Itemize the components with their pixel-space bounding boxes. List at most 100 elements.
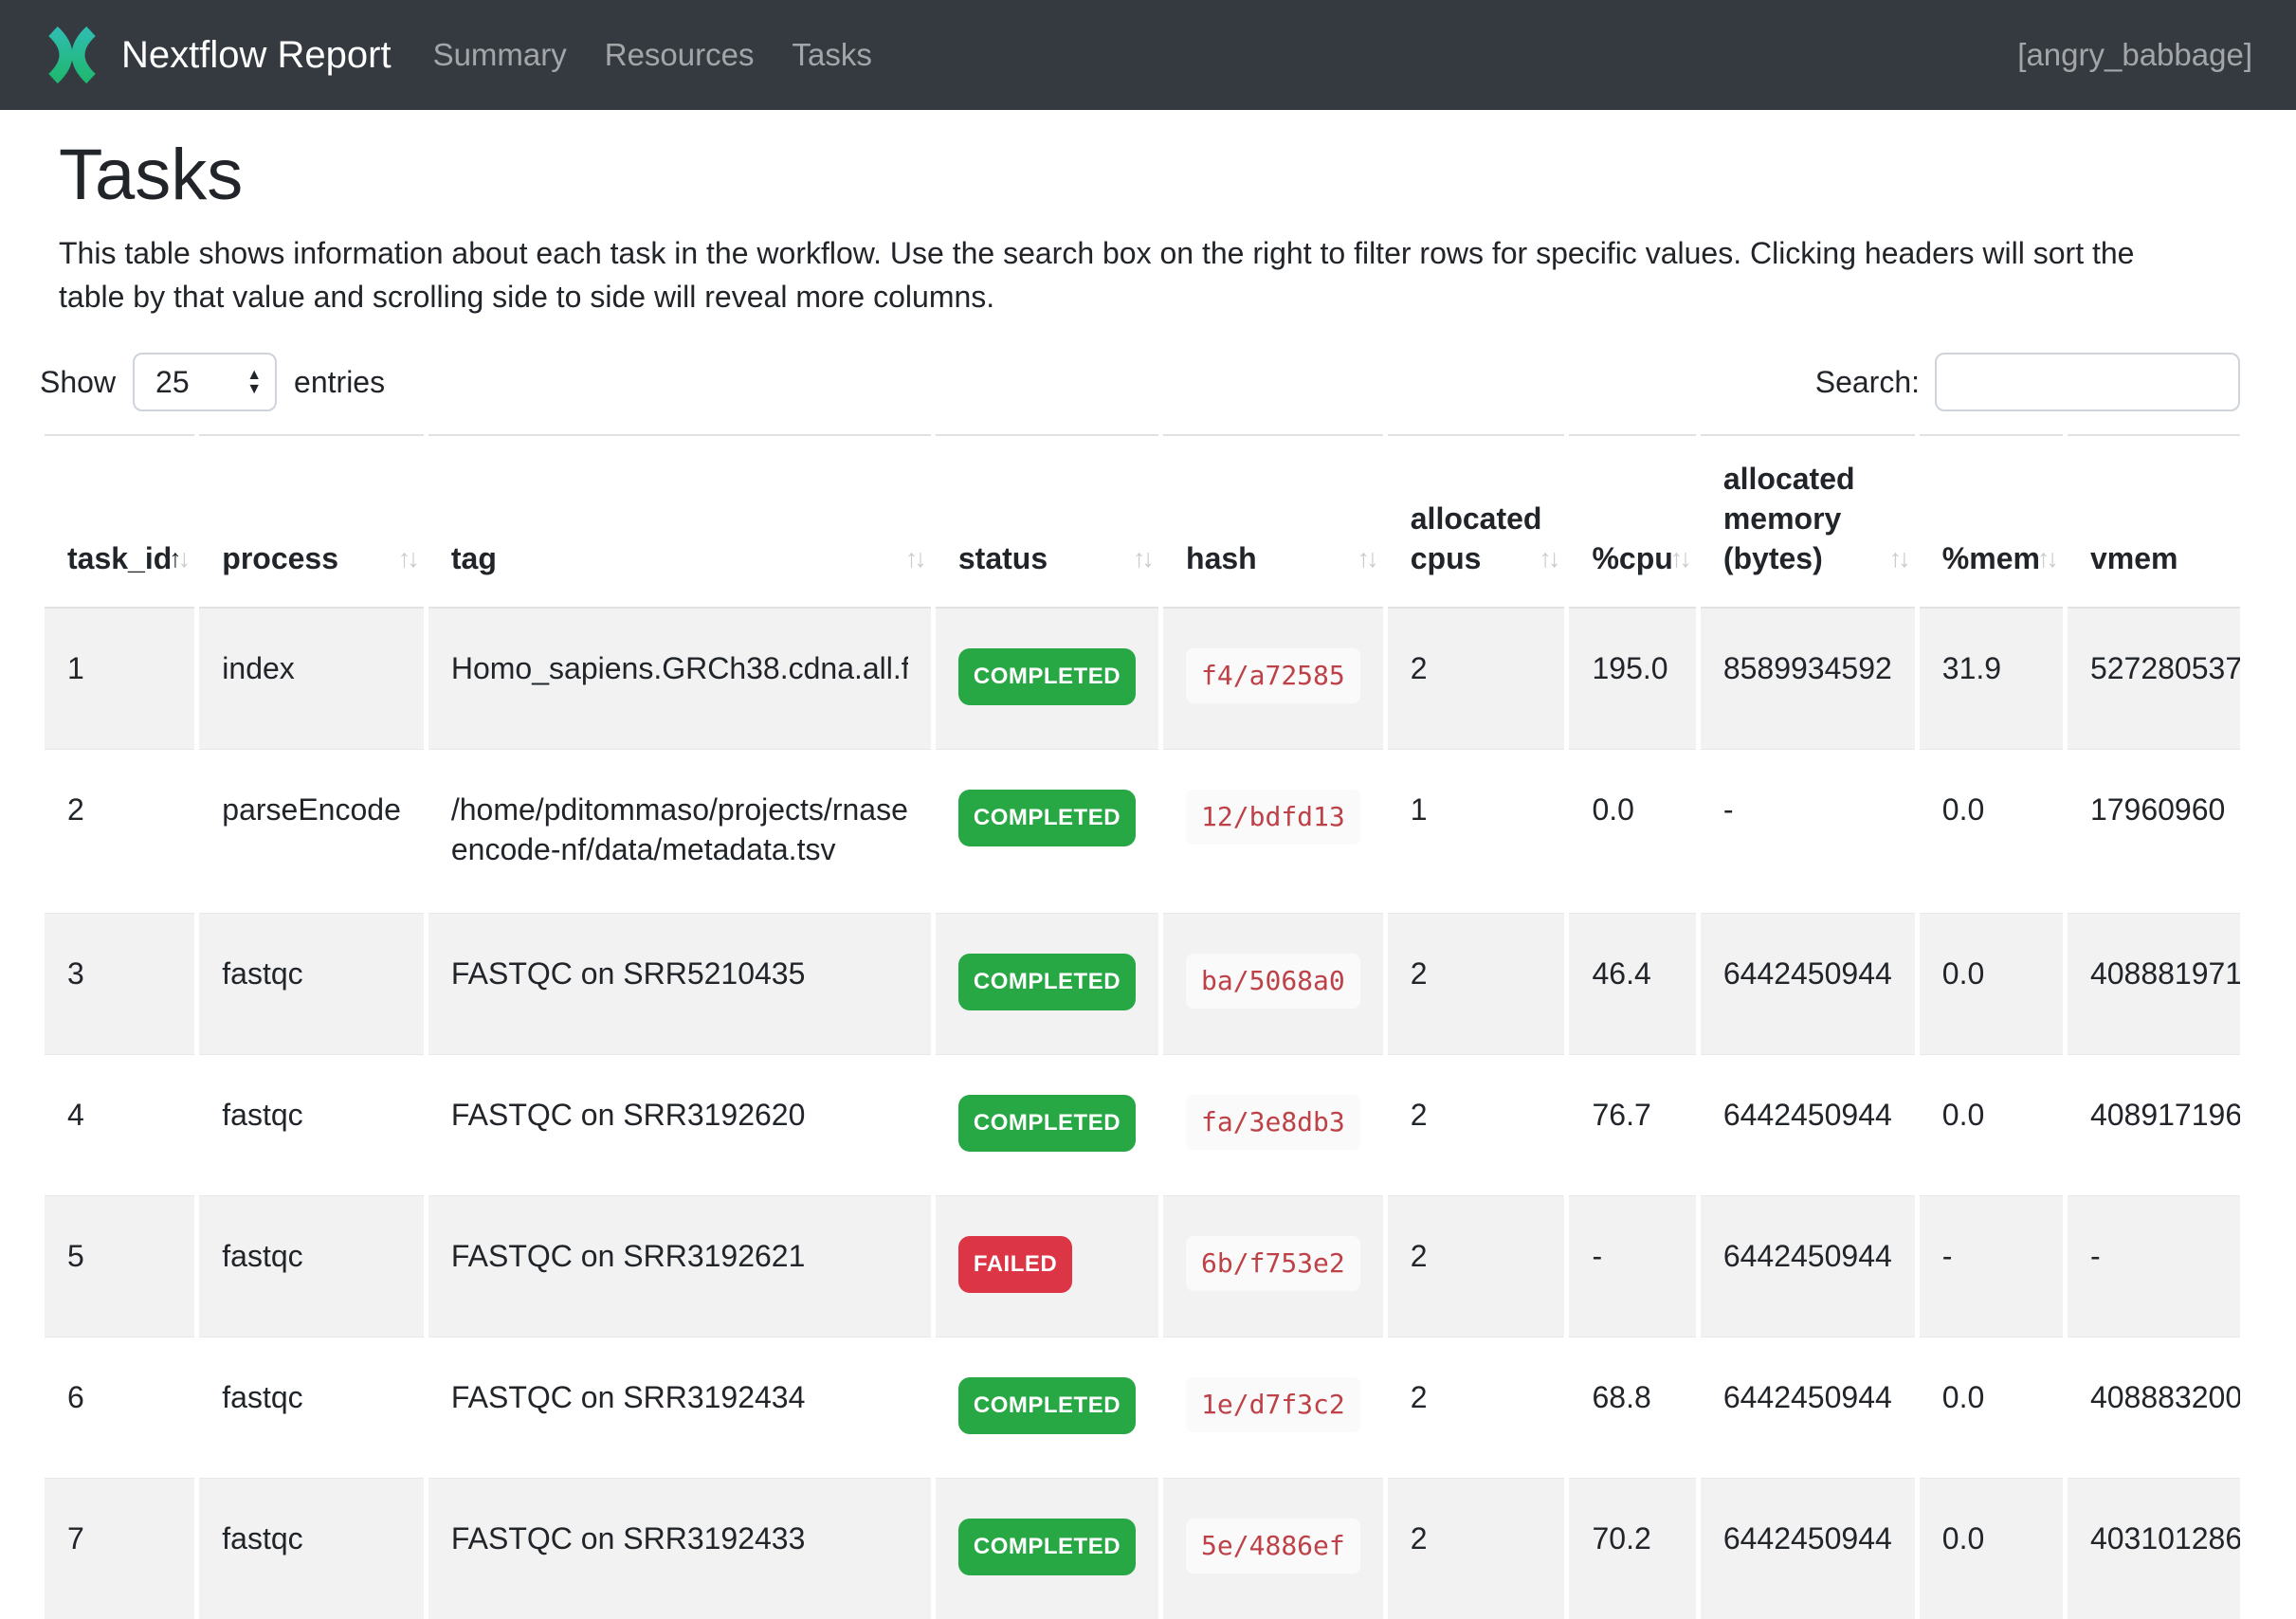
brand-title[interactable]: Nextflow Report <box>121 34 392 77</box>
sort-asc-icon: ↑ <box>1670 544 1680 573</box>
sort-desc-icon: ↓ <box>178 544 188 573</box>
cell-pct_cpu: 0.0 <box>1569 749 1695 913</box>
cell-status: COMPLETED <box>936 1337 1158 1478</box>
column-header-tag[interactable]: tag↑↓ <box>428 434 931 609</box>
cell-pct_cpu: - <box>1569 1195 1695 1337</box>
tag-text: FASTQC on SRR5210435 <box>451 954 908 993</box>
search-input[interactable] <box>1935 353 2240 411</box>
nav-link-resources[interactable]: Resources <box>605 37 755 73</box>
show-label: Show <box>40 365 116 400</box>
cell-vmem: 5272805376 <box>2068 609 2240 749</box>
column-header-status[interactable]: status↑↓ <box>936 434 1158 609</box>
table-header-row: task_id↑↓process↑↓tag↑↓status↑↓hash↑↓all… <box>45 434 2240 609</box>
cell-hash: ba/5068a0 <box>1163 913 1383 1054</box>
cell-status: FAILED <box>936 1195 1158 1337</box>
sort-icons: ↑↓ <box>1539 538 1557 578</box>
table-scroll-area[interactable]: task_id↑↓process↑↓tag↑↓status↑↓hash↑↓all… <box>40 434 2240 1619</box>
cell-vmem: 4089171968 <box>2068 1054 2240 1195</box>
column-label: process <box>222 541 338 575</box>
sort-icons: ↑↓ <box>398 538 416 578</box>
sort-asc-icon: ↑ <box>1889 544 1899 573</box>
sort-desc-icon: ↓ <box>1898 544 1907 573</box>
cell-task_id: 2 <box>45 749 194 913</box>
nav-link-tasks[interactable]: Tasks <box>792 37 871 73</box>
cell-tag: FASTQC on SRR3192621 <box>428 1195 931 1337</box>
sort-asc-icon: ↑ <box>1133 544 1142 573</box>
column-header-vmem[interactable]: vmem↑↓ <box>2068 434 2240 609</box>
navbar: Nextflow Report Summary Resources Tasks … <box>0 0 2296 110</box>
cell-pct_cpu: 70.2 <box>1569 1478 1695 1619</box>
cell-pct_mem: 0.0 <box>1920 913 2063 1054</box>
cell-allocated_cpus: 2 <box>1388 913 1565 1054</box>
cell-allocated_cpus: 2 <box>1388 1337 1565 1478</box>
cell-tag: /home/pditommaso/projects/rnaseq-encode-… <box>428 749 931 913</box>
table-row: 3fastqcFASTQC on SRR5210435COMPLETEDba/5… <box>45 913 2240 1054</box>
cell-allocated_memory_bytes: 6442450944 <box>1701 913 1915 1054</box>
tag-text: FASTQC on SRR3192620 <box>451 1095 908 1135</box>
entries-label: entries <box>294 365 385 400</box>
cell-process: fastqc <box>199 1054 424 1195</box>
cell-process: parseEncode <box>199 749 424 913</box>
column-header-allocated_cpus[interactable]: allocated cpus↑↓ <box>1388 434 1565 609</box>
column-header-pct_cpu[interactable]: %cpu↑↓ <box>1569 434 1695 609</box>
sort-asc-icon: ↑ <box>398 544 408 573</box>
sort-icons: ↑↓ <box>169 538 187 578</box>
cell-task_id: 3 <box>45 913 194 1054</box>
table-row: 5fastqcFASTQC on SRR3192621FAILED6b/f753… <box>45 1195 2240 1337</box>
cell-vmem: 4031012864 <box>2068 1478 2240 1619</box>
status-badge: COMPLETED <box>958 1377 1136 1434</box>
tag-text: FASTQC on SRR3192621 <box>451 1236 908 1276</box>
column-header-allocated_memory_bytes[interactable]: allocated memory (bytes)↑↓ <box>1701 434 1915 609</box>
sort-desc-icon: ↓ <box>1548 544 1558 573</box>
cell-task_id: 7 <box>45 1478 194 1619</box>
sort-desc-icon: ↓ <box>1366 544 1376 573</box>
status-badge: COMPLETED <box>958 954 1136 1010</box>
cell-hash: 5e/4886ef <box>1163 1478 1383 1619</box>
cell-hash: 6b/f753e2 <box>1163 1195 1383 1337</box>
cell-hash: fa/3e8db3 <box>1163 1054 1383 1195</box>
cell-allocated_cpus: 2 <box>1388 609 1565 749</box>
hash-code: fa/3e8db3 <box>1186 1095 1360 1150</box>
cell-process: index <box>199 609 424 749</box>
hash-code: 1e/d7f3c2 <box>1186 1377 1360 1432</box>
status-badge: COMPLETED <box>958 1519 1136 1575</box>
cell-process: fastqc <box>199 1478 424 1619</box>
status-badge: COMPLETED <box>958 1095 1136 1152</box>
tag-text: FASTQC on SRR3192434 <box>451 1377 908 1417</box>
cell-status: COMPLETED <box>936 609 1158 749</box>
cell-allocated_cpus: 1 <box>1388 749 1565 913</box>
table-row: 7fastqcFASTQC on SRR3192433COMPLETED5e/4… <box>45 1478 2240 1619</box>
sort-icons: ↑↓ <box>905 538 923 578</box>
cell-pct_mem: 0.0 <box>1920 1054 2063 1195</box>
cell-hash: 1e/d7f3c2 <box>1163 1337 1383 1478</box>
column-header-process[interactable]: process ↑↓ <box>199 434 424 609</box>
sort-icons: ↑↓ <box>1358 538 1376 578</box>
cell-tag: FASTQC on SRR3192434 <box>428 1337 931 1478</box>
cell-allocated_memory_bytes: 6442450944 <box>1701 1337 1915 1478</box>
cell-pct_cpu: 46.4 <box>1569 913 1695 1054</box>
cell-process: fastqc <box>199 1337 424 1478</box>
column-header-pct_mem[interactable]: %mem↑↓ <box>1920 434 2063 609</box>
sort-asc-icon: ↑ <box>169 544 178 573</box>
hash-code: 12/bdfd13 <box>1186 790 1360 845</box>
cell-task_id: 1 <box>45 609 194 749</box>
hash-code: 5e/4886ef <box>1186 1519 1360 1574</box>
column-label: %mem <box>1942 541 2040 575</box>
nextflow-logo-icon <box>44 27 100 83</box>
page-length-select[interactable]: 25 ▲ ▼ <box>133 353 277 411</box>
cell-status: COMPLETED <box>936 749 1158 913</box>
run-name: [angry_babbage] <box>2017 37 2252 73</box>
table-row: 6fastqcFASTQC on SRR3192434COMPLETED1e/d… <box>45 1337 2240 1478</box>
cell-allocated_memory_bytes: 6442450944 <box>1701 1054 1915 1195</box>
column-header-hash[interactable]: hash↑↓ <box>1163 434 1383 609</box>
cell-vmem: - <box>2068 1195 2240 1337</box>
cell-hash: 12/bdfd13 <box>1163 749 1383 913</box>
sort-asc-icon: ↑ <box>1358 544 1367 573</box>
sort-asc-icon: ↑ <box>905 544 915 573</box>
nav-link-summary[interactable]: Summary <box>433 37 567 73</box>
sort-asc-icon: ↑ <box>1539 544 1548 573</box>
cell-allocated_cpus: 2 <box>1388 1195 1565 1337</box>
hash-code: 6b/f753e2 <box>1186 1236 1360 1291</box>
sort-desc-icon: ↓ <box>914 544 923 573</box>
column-header-task_id[interactable]: task_id↑↓ <box>45 434 194 609</box>
